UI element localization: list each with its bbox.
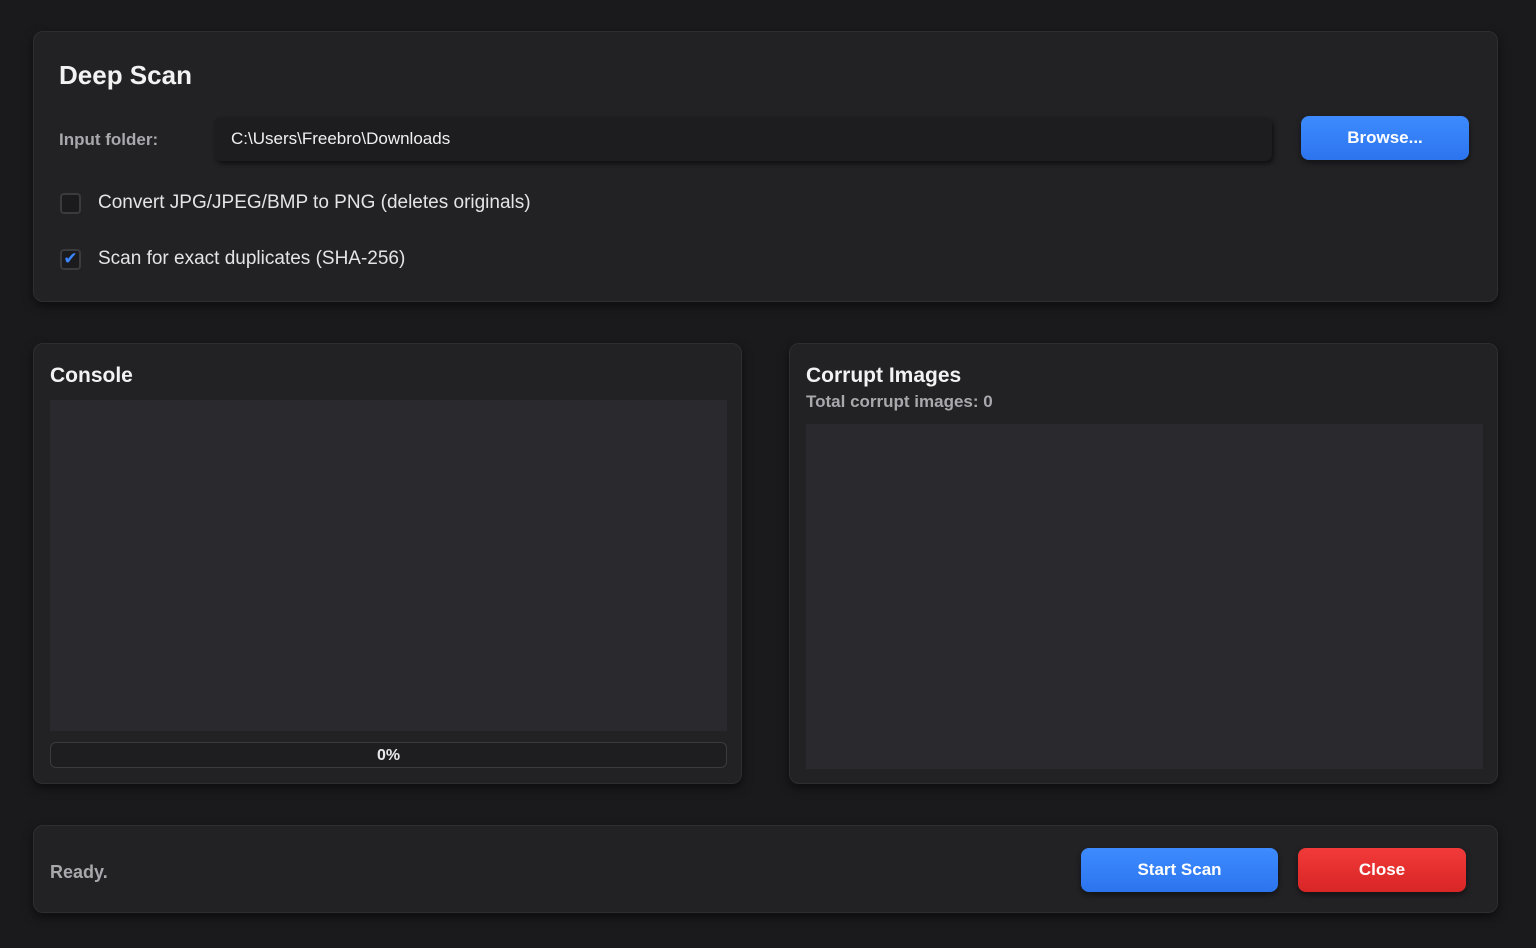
checkmark-icon: ✔ bbox=[63, 249, 78, 268]
status-text: Ready. bbox=[50, 862, 108, 882]
corrupt-images-title: Corrupt Images bbox=[806, 364, 962, 387]
duplicates-label: Scan for exact duplicates (SHA-256) bbox=[98, 248, 406, 269]
duplicates-option[interactable]: ✔ Scan for exact duplicates (SHA-256) bbox=[60, 247, 405, 271]
status-bar: Ready. Start Scan Close bbox=[33, 825, 1498, 913]
console-title: Console bbox=[50, 364, 133, 387]
close-button[interactable]: Close bbox=[1298, 848, 1466, 892]
input-folder-field[interactable]: C:\Users\Freebro\Downloads bbox=[214, 117, 1272, 161]
browse-button[interactable]: Browse... bbox=[1301, 116, 1469, 160]
corrupt-images-list[interactable] bbox=[806, 424, 1483, 769]
convert-option[interactable]: Convert JPG/JPEG/BMP to PNG (deletes ori… bbox=[60, 191, 531, 215]
start-scan-button[interactable]: Start Scan bbox=[1081, 848, 1278, 892]
input-folder-label: Input folder: bbox=[59, 130, 159, 149]
progress-bar: 0% bbox=[50, 742, 727, 768]
duplicates-checkbox[interactable]: ✔ bbox=[60, 248, 81, 270]
page-title: Deep Scan bbox=[59, 60, 192, 90]
settings-panel: Deep Scan Input folder: C:\Users\Freebro… bbox=[33, 31, 1498, 302]
corrupt-images-panel: Corrupt Images Total corrupt images: 0 bbox=[789, 343, 1498, 784]
convert-label: Convert JPG/JPEG/BMP to PNG (deletes ori… bbox=[98, 192, 531, 213]
console-output[interactable] bbox=[50, 400, 727, 731]
corrupt-images-count: Total corrupt images: 0 bbox=[806, 392, 993, 411]
console-panel: Console 0% bbox=[33, 343, 742, 784]
progress-text: 0% bbox=[376, 747, 401, 764]
convert-checkbox[interactable] bbox=[60, 192, 81, 214]
